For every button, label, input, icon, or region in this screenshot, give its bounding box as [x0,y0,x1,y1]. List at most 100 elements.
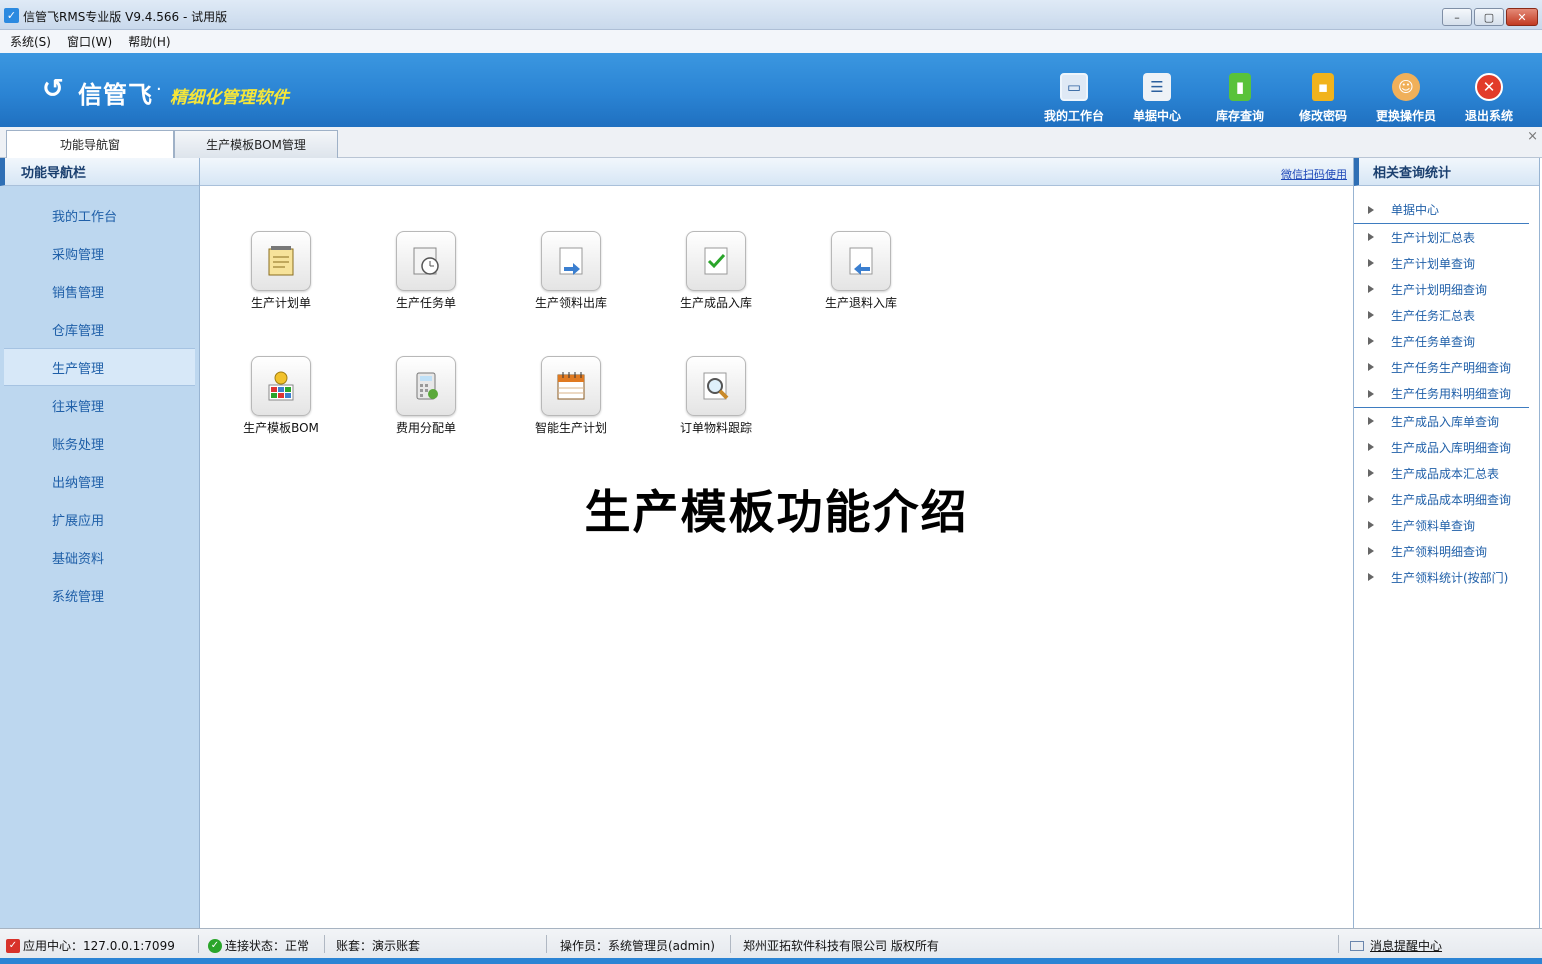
status-operator: 操作员：系统管理员(admin) [560,939,715,953]
triangle-right-icon [1368,205,1374,214]
function-production-bom[interactable]: 生产模板BOM [226,356,336,436]
toolbar-switch-operator[interactable]: ☺ 更换操作员 [1366,73,1446,124]
query-link-label: 生产成品成本汇总表 [1391,466,1500,481]
triangle-right-icon [1368,389,1374,398]
query-link[interactable]: 生产领料单查询 [1354,512,1539,538]
magnifier-icon [686,356,746,416]
query-link[interactable]: 生产任务用料明细查询 [1354,380,1529,408]
maximize-button[interactable]: ▢ [1474,8,1504,26]
nav-item-warehouse[interactable]: 仓库管理 [0,310,199,348]
nav-item-sales[interactable]: 销售管理 [0,272,199,310]
toolbar-document-center[interactable]: ☰ 单据中心 [1117,73,1197,124]
tab-close-icon[interactable]: × [1527,129,1538,144]
menu-window[interactable]: 窗口(W) [67,33,112,50]
nav-item-accounting[interactable]: 账务处理 [0,424,199,462]
nav-item-basic-data[interactable]: 基础资料 [0,538,199,576]
function-label: 生产领料出库 [534,296,607,310]
minimize-button[interactable]: – [1442,8,1472,26]
status-divider [324,935,325,953]
toolbar-my-workbench[interactable]: ▭ 我的工作台 [1034,73,1114,124]
menu-system[interactable]: 系统(S) [10,33,51,50]
nav-item-contacts[interactable]: 往来管理 [0,386,199,424]
triangle-right-icon [1368,495,1374,503]
nav-item-system[interactable]: 系统管理 [0,576,199,614]
function-label: 生产退料入库 [824,296,897,310]
menu-bar: 系统(S) 窗口(W) 帮助(H) [0,30,1542,53]
triangle-right-icon [1368,363,1374,371]
nav-item-purchase[interactable]: 采购管理 [0,234,199,272]
tab-bom-management[interactable]: 生产模板BOM管理 [174,130,338,158]
query-link[interactable]: 单据中心 [1354,196,1529,224]
nav-item-extensions[interactable]: 扩展应用 [0,500,199,538]
status-connection: ✓ 连接状态：正常 [208,937,309,954]
function-product-inbound[interactable]: 生产成品入库 [661,231,771,311]
nav-item-cashier[interactable]: 出纳管理 [0,462,199,500]
triangle-right-icon [1368,443,1374,451]
function-order-material-tracking[interactable]: 订单物料跟踪 [661,356,771,436]
connection-text: 连接状态：正常 [225,939,310,953]
close-button[interactable]: ✕ [1506,8,1538,26]
query-link[interactable]: 生产成品成本汇总表 [1354,460,1539,486]
function-label: 费用分配单 [395,421,456,435]
outbound-arrow-icon [541,231,601,291]
query-link[interactable]: 生产成品入库明细查询 [1354,434,1539,460]
wechat-scan-link[interactable]: 微信扫码使用 [1281,166,1347,182]
right-query-panel: 相关查询统计 单据中心 生产计划汇总表 生产计划单查询 生产计划明细查询 生产任… [1353,158,1540,928]
toolbar-label: 单据中心 [1132,109,1181,123]
query-link-label: 生产任务单查询 [1391,334,1476,349]
menu-help[interactable]: 帮助(H) [128,33,170,50]
calculator-icon [396,356,456,416]
main-content: 生产计划单 生产任务单 生产领料出库 生产成品入库 生产退料入库 生产模板BOM [200,186,1353,928]
function-material-outbound[interactable]: 生产领料出库 [516,231,626,311]
brand-slogan: 精细化管理软件 [170,88,289,108]
query-link[interactable]: 生产计划单查询 [1354,250,1539,276]
left-panel-title: 功能导航栏 [0,158,199,186]
toolbar-label: 库存查询 [1215,109,1264,123]
toolbar-inventory-query[interactable]: ▮ 库存查询 [1200,73,1280,124]
clock-document-icon [396,231,456,291]
nav-item-my-workbench[interactable]: 我的工作台 [0,196,199,234]
bottom-strip [0,958,1542,964]
triangle-right-icon [1368,285,1374,293]
document-list-icon: ☰ [1143,73,1171,101]
function-label: 智能生产计划 [534,421,607,435]
status-account-set: 账套：演示账套 [336,939,421,953]
function-expense-allocation[interactable]: 费用分配单 [371,356,481,436]
query-link[interactable]: 生产计划明细查询 [1354,276,1539,302]
function-smart-production-plan[interactable]: 智能生产计划 [516,356,626,436]
query-link[interactable]: 生产任务汇总表 [1354,302,1539,328]
query-link[interactable]: 生产领料统计(按部门) [1354,564,1539,590]
window-title: 信管飞RMS专业版 V9.4.566 - 试用版 [23,10,228,24]
message-center-text: 消息提醒中心 [1370,939,1443,953]
triangle-right-icon [1368,259,1374,267]
function-label: 生产模板BOM [243,421,319,435]
intro-title: 生产模板功能介绍 [584,485,969,539]
query-link[interactable]: 生产领料明细查询 [1354,538,1539,564]
toolbar-exit-system[interactable]: ✕ 退出系统 [1449,73,1529,124]
query-link-label: 生产成品成本明细查询 [1391,492,1512,507]
notepad-icon [251,231,311,291]
toolbar-label: 退出系统 [1464,109,1513,123]
app-center-icon: ✓ [6,938,20,953]
brand-name: 信管飞 [78,81,153,109]
query-link-label: 生产成品入库单查询 [1391,414,1500,429]
status-divider [730,935,731,953]
nav-item-production[interactable]: 生产管理 [4,348,195,386]
status-divider [198,935,199,953]
function-production-task[interactable]: 生产任务单 [371,231,481,311]
function-material-return[interactable]: 生产退料入库 [806,231,916,311]
tab-function-navigation[interactable]: 功能导航窗 [6,130,174,158]
triangle-right-icon [1368,233,1374,241]
query-link[interactable]: 生产成品入库单查询 [1354,408,1539,434]
status-app-center: ✓ 应用中心：127.0.0.1:7099 [6,937,175,954]
query-link[interactable]: 生产计划汇总表 [1354,224,1539,250]
app-logo-icon: ✓ [4,8,19,23]
query-link[interactable]: 生产任务生产明细查询 [1354,354,1539,380]
function-production-plan[interactable]: 生产计划单 [226,231,336,311]
toolbar-change-password[interactable]: ▪ 修改密码 [1283,73,1363,124]
toolbar-label: 修改密码 [1298,109,1347,123]
query-link[interactable]: 生产成品成本明细查询 [1354,486,1539,512]
query-link-list: 单据中心 生产计划汇总表 生产计划单查询 生产计划明细查询 生产任务汇总表 生产… [1354,186,1539,590]
message-center-link[interactable]: 消息提醒中心 [1350,937,1442,954]
query-link[interactable]: 生产任务单查询 [1354,328,1539,354]
